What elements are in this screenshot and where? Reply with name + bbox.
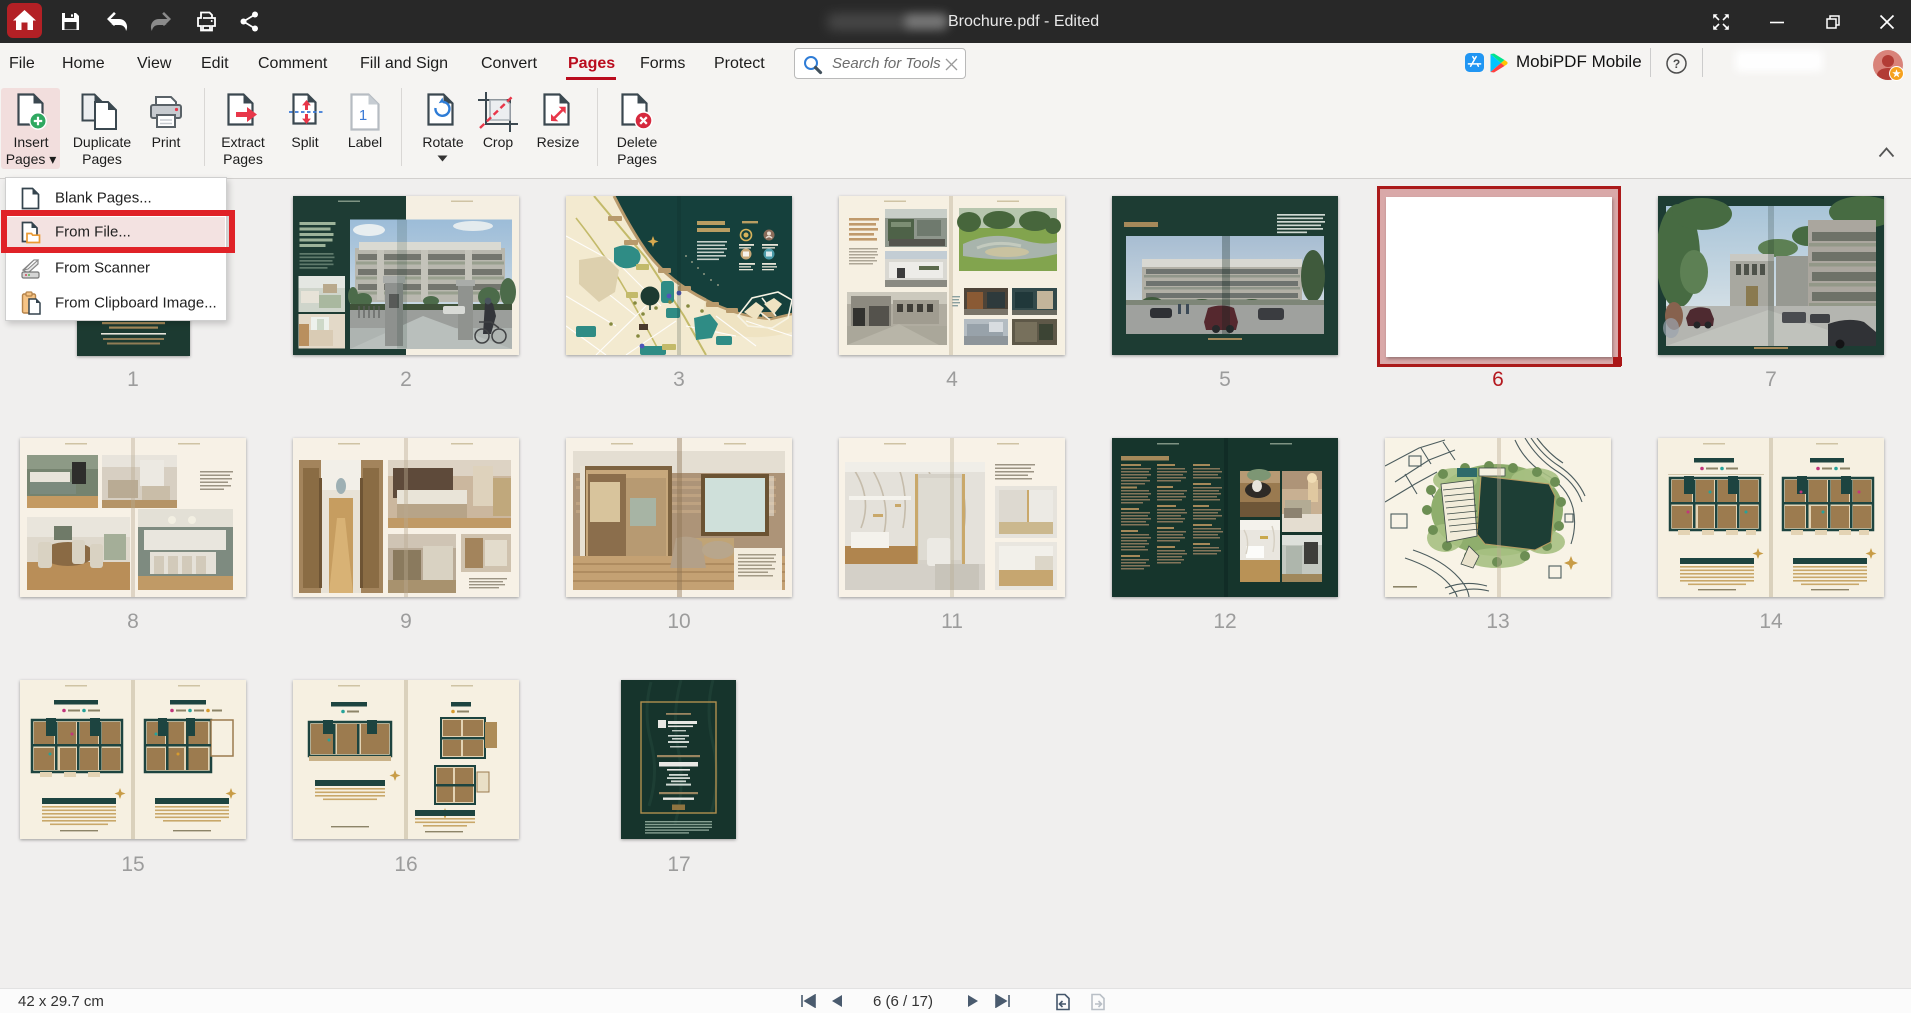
svg-text:?: ? [1673, 57, 1680, 71]
svg-text:1: 1 [359, 107, 367, 124]
